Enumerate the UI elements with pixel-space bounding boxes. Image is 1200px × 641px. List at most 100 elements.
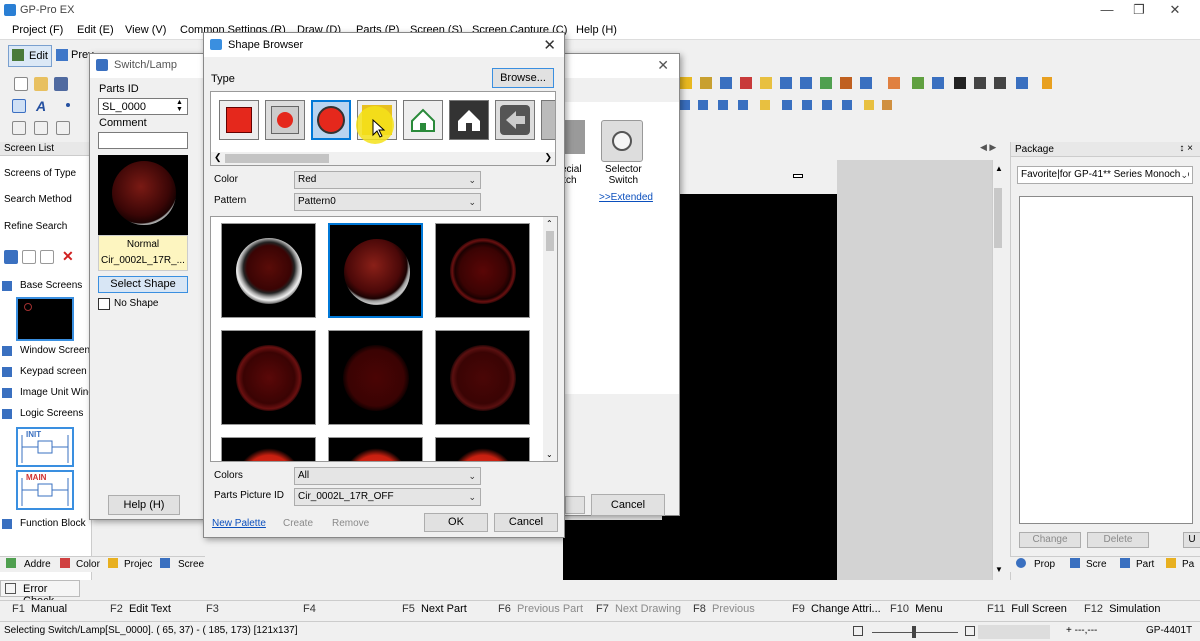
scroll-up-icon[interactable]: ▲ [995, 164, 1003, 173]
parts-toolbar-icons-2[interactable] [676, 97, 896, 115]
fkey-f9[interactable]: F9 Change Attri... [792, 603, 881, 615]
shape-thumb-2-selected[interactable] [328, 223, 423, 318]
bg-dialog-ok-partial[interactable] [565, 496, 585, 514]
type-scroll-thumb[interactable] [225, 154, 329, 163]
screens-of-type-label[interactable]: Screens of Type [4, 168, 76, 179]
shape-browser-close-icon[interactable]: ✕ [543, 36, 556, 54]
shape-thumb-8[interactable] [328, 437, 423, 461]
ok-button[interactable]: OK [424, 513, 488, 532]
thumb-scroll-thumb[interactable] [546, 231, 554, 251]
scroll-right-icon[interactable]: ❯ [544, 152, 552, 163]
package-category-select[interactable]: Favorite|for GP-41** Series Monochro ⌄ [1017, 166, 1193, 184]
menu-edit[interactable]: Edit (E) [77, 24, 114, 36]
zoom-out-icon[interactable] [853, 626, 863, 636]
restore-icon[interactable]: ❐ [1124, 1, 1154, 19]
tab-package[interactable]: Pa [1182, 559, 1194, 570]
text-tool-icon[interactable]: A [36, 99, 50, 113]
shape-thumb-3[interactable] [435, 223, 530, 318]
colors-select[interactable]: All ⌄ [294, 467, 481, 485]
cancel-button[interactable]: Cancel [494, 513, 558, 532]
comment-field[interactable] [98, 132, 188, 149]
minimize-icon[interactable]: — [1092, 1, 1122, 19]
u-button[interactable]: U [1183, 532, 1200, 548]
shape-thumb-1[interactable] [221, 223, 316, 318]
new-file-icon[interactable] [14, 77, 28, 91]
bg-dialog-cancel-button[interactable]: Cancel [591, 494, 665, 516]
parts-picture-id-select[interactable]: Cir_0002L_17R_OFF ⌄ [294, 488, 481, 506]
select-arrow-icon[interactable] [12, 99, 26, 113]
selector-switch-icon[interactable] [601, 120, 643, 162]
dot-tool-icon[interactable] [66, 103, 70, 107]
browse-button[interactable]: Browse... [492, 68, 554, 88]
package-pin-close-icon[interactable]: ↕ × [1179, 143, 1193, 154]
canvas-vertical-scrollbar[interactable]: ▲ ▼ [992, 160, 1004, 580]
menu-help[interactable]: Help (H) [576, 24, 617, 36]
menu-view[interactable]: View (V) [125, 24, 166, 36]
pattern-select[interactable]: Pattern0 ⌄ [294, 193, 481, 211]
refine-search-label[interactable]: Refine Search [4, 221, 67, 232]
tab-address[interactable]: Addre [24, 559, 51, 570]
delete-screen-icon[interactable]: ✕ [62, 249, 76, 263]
tab-parts[interactable]: Part [1136, 559, 1154, 570]
fkey-f1[interactable]: F1 Manual [12, 603, 67, 615]
error-check-tab[interactable]: Error Check [0, 580, 80, 607]
align-icon[interactable] [12, 121, 26, 135]
type-home-green-icon[interactable] [403, 100, 443, 140]
type-back-arrow-icon[interactable] [495, 100, 535, 140]
type-more-partial[interactable] [541, 100, 555, 140]
canvas-nav-arrows[interactable]: ◀ ▶ [980, 142, 1004, 156]
select-shape-button[interactable]: Select Shape [98, 276, 188, 293]
thumb-scroll-up-icon[interactable]: ⌃ [546, 219, 553, 228]
scroll-left-icon[interactable]: ❮ [214, 152, 222, 163]
paste-screen-icon[interactable] [40, 250, 54, 264]
fkey-f11[interactable]: F11 Full Screen [987, 603, 1067, 615]
parts-id-spinner-icon[interactable]: ▲ ▼ [176, 99, 183, 113]
color-select[interactable]: Red ⌄ [294, 171, 481, 189]
help-button[interactable]: Help (H) [108, 495, 180, 515]
main-logic-thumbnail[interactable]: MAIN [16, 470, 74, 510]
thumbnail-scrollbar[interactable]: ⌃ ⌄ [543, 217, 557, 461]
tab-screen[interactable]: Scree [178, 559, 204, 570]
parts-toolbar-icons[interactable] [676, 74, 1056, 94]
scroll-thumb[interactable] [994, 188, 1002, 248]
parts-dialog-close-icon[interactable]: ✕ [657, 57, 669, 74]
shape-thumb-9[interactable] [435, 437, 530, 461]
fkey-f10[interactable]: F10 Menu [890, 603, 943, 615]
tab-color[interactable]: Color [76, 559, 100, 570]
scroll-down-icon[interactable]: ▼ [995, 565, 1003, 574]
type-home-dark-icon[interactable] [449, 100, 489, 140]
zoom-slider-thumb[interactable] [912, 626, 916, 638]
type-square-button-lamp[interactable] [219, 100, 259, 140]
shape-thumb-7[interactable] [221, 437, 316, 461]
tab-project[interactable]: Projec [124, 559, 152, 570]
zoom-in-icon[interactable] [965, 626, 975, 636]
type-strip-scrollbar[interactable]: ❮ ❯ [211, 152, 555, 165]
shape-thumb-6[interactable] [435, 330, 530, 425]
drawing-canvas-bottom[interactable] [563, 520, 837, 580]
edit-mode-button[interactable]: Edit [8, 45, 52, 67]
base-screen-thumbnail[interactable] [16, 297, 74, 341]
save-icon[interactable] [54, 77, 68, 91]
thumb-scroll-down-icon[interactable]: ⌄ [546, 450, 553, 459]
type-round-lamp-selected[interactable] [311, 100, 351, 140]
shape-thumb-5[interactable] [328, 330, 423, 425]
init-logic-thumbnail[interactable]: INIT [16, 427, 74, 467]
new-palette-link[interactable]: New Palette [212, 518, 266, 529]
tab-screen-right[interactable]: Scre [1086, 559, 1107, 570]
close-icon[interactable]: ✕ [1160, 1, 1190, 19]
no-shape-checkbox[interactable] [98, 298, 110, 310]
tab-property[interactable]: Prop [1034, 559, 1055, 570]
zoom-slider[interactable] [872, 626, 958, 638]
extended-link[interactable]: >>Extended [599, 192, 653, 203]
menu-project[interactable]: Project (F) [12, 24, 63, 36]
package-list[interactable] [1019, 196, 1193, 524]
shape-thumb-4[interactable] [221, 330, 316, 425]
preview-mode-button[interactable]: Prev [54, 45, 94, 67]
fkey-f5[interactable]: F5 Next Part [402, 603, 467, 615]
layer-icon[interactable] [56, 121, 70, 135]
group-icon[interactable] [34, 121, 48, 135]
open-folder-icon[interactable] [34, 77, 48, 91]
search-method-label[interactable]: Search Method [4, 194, 72, 205]
type-square-round-lamp[interactable] [265, 100, 305, 140]
fkey-f2[interactable]: F2 Edit Text [110, 603, 171, 615]
